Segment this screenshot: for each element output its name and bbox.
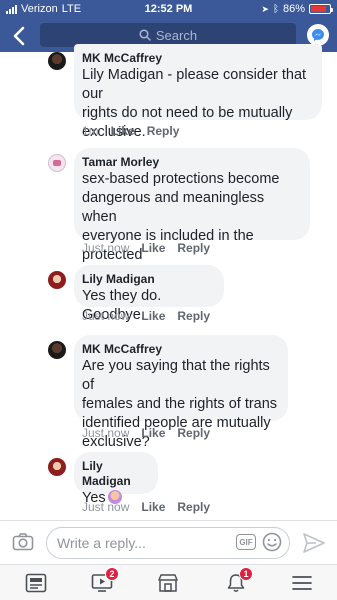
comment-line: Lily Madigan - please consider that our	[82, 67, 307, 102]
send-icon	[303, 533, 325, 553]
comment-author[interactable]: MK McCaffrey	[82, 51, 312, 66]
gif-label: GIF	[239, 537, 253, 547]
battery-fill	[311, 6, 326, 12]
comment-time: Just now	[82, 500, 130, 514]
comment-bubble: Tamar Morley sex-based protections becom…	[74, 148, 310, 282]
reply-button[interactable]: Reply	[177, 426, 210, 440]
comment-author[interactable]: Tamar Morley	[82, 155, 300, 170]
gif-icon[interactable]: GIF	[236, 534, 256, 550]
like-button[interactable]: Like	[141, 241, 165, 255]
like-button[interactable]: Like	[141, 309, 165, 323]
messenger-button[interactable]	[307, 24, 329, 46]
like-button[interactable]: Like	[111, 124, 135, 138]
bluetooth-icon: ᛒ	[272, 3, 279, 15]
battery-icon	[309, 4, 333, 14]
comment-line: sex-based protections become	[82, 171, 280, 187]
comment-meta: 1m Like Reply	[82, 124, 179, 138]
comment-time: 1m	[82, 124, 99, 138]
comment-meta: Just now Like Reply	[82, 500, 210, 514]
notification-badge: 2	[105, 567, 119, 581]
search-icon	[139, 29, 151, 41]
comment-bubble: MK McCaffrey Are you saying that the rig…	[74, 335, 288, 450]
reply-placeholder: Write a reply...	[57, 535, 146, 551]
reply-bar: Write a reply... GIF	[0, 520, 337, 564]
comment-line: dangerous and meaningless when	[82, 190, 265, 225]
chevron-left-icon	[13, 26, 25, 46]
tab-menu[interactable]	[288, 571, 316, 595]
battery-percent: 86%	[282, 3, 305, 15]
comment-bubble: MK McCaffrey Lily Madigan - please consi…	[74, 44, 322, 140]
comment-bubble: Lily Madigan Yes they do. Goodbye.	[74, 265, 224, 323]
comment-author[interactable]: Lily Madigan	[82, 459, 148, 489]
comment-meta: Just now Like Reply	[82, 241, 210, 255]
smiley-icon	[262, 532, 282, 552]
status-bar: Verizon LTE 12:52 PM ➤ ᛒ 86%	[0, 0, 337, 20]
messenger-icon	[312, 29, 324, 41]
send-button[interactable]	[302, 532, 326, 554]
search-placeholder: Search	[155, 27, 198, 43]
avatar[interactable]	[48, 52, 66, 70]
location-icon: ➤	[261, 3, 269, 14]
tab-watch[interactable]: 2	[88, 567, 119, 595]
reply-button[interactable]: Reply	[147, 124, 180, 138]
avatar[interactable]	[48, 341, 66, 359]
like-button[interactable]: Like	[141, 426, 165, 440]
marketplace-icon	[158, 574, 178, 592]
avatar[interactable]	[48, 154, 66, 172]
comment-meta: Just now Like Reply	[82, 309, 210, 323]
news-feed-icon	[25, 573, 47, 593]
tab-news-feed[interactable]	[22, 571, 50, 595]
reply-button[interactable]: Reply	[177, 241, 210, 255]
avatar[interactable]	[48, 271, 66, 289]
tab-notifications[interactable]: 1	[222, 567, 253, 595]
reply-button[interactable]: Reply	[177, 309, 210, 323]
notification-badge: 1	[239, 567, 253, 581]
back-button[interactable]	[8, 23, 30, 49]
comment-line: rights do not need to be mutually	[82, 105, 293, 121]
comment-time: Just now	[82, 309, 130, 323]
comment-line: Are you saying that the rights of	[82, 358, 270, 393]
comment-bubble: Lily Madigan Yes	[74, 452, 158, 506]
camera-button[interactable]	[12, 532, 34, 552]
reply-button[interactable]: Reply	[177, 500, 210, 514]
tab-marketplace[interactable]	[154, 571, 182, 595]
comment-author[interactable]: MK McCaffrey	[82, 342, 278, 357]
comment-time: Just now	[82, 426, 130, 440]
avatar[interactable]	[48, 458, 66, 476]
menu-icon	[292, 576, 312, 590]
comment-meta: Just now Like Reply	[82, 426, 210, 440]
tab-bar: 2 1	[0, 564, 337, 600]
like-button[interactable]: Like	[141, 500, 165, 514]
comment-time: Just now	[82, 241, 130, 255]
camera-icon	[12, 533, 34, 551]
smiley-button[interactable]	[262, 532, 282, 552]
comment-author[interactable]: Lily Madigan	[82, 272, 214, 287]
comment-line: females and the rights of trans	[82, 396, 278, 412]
